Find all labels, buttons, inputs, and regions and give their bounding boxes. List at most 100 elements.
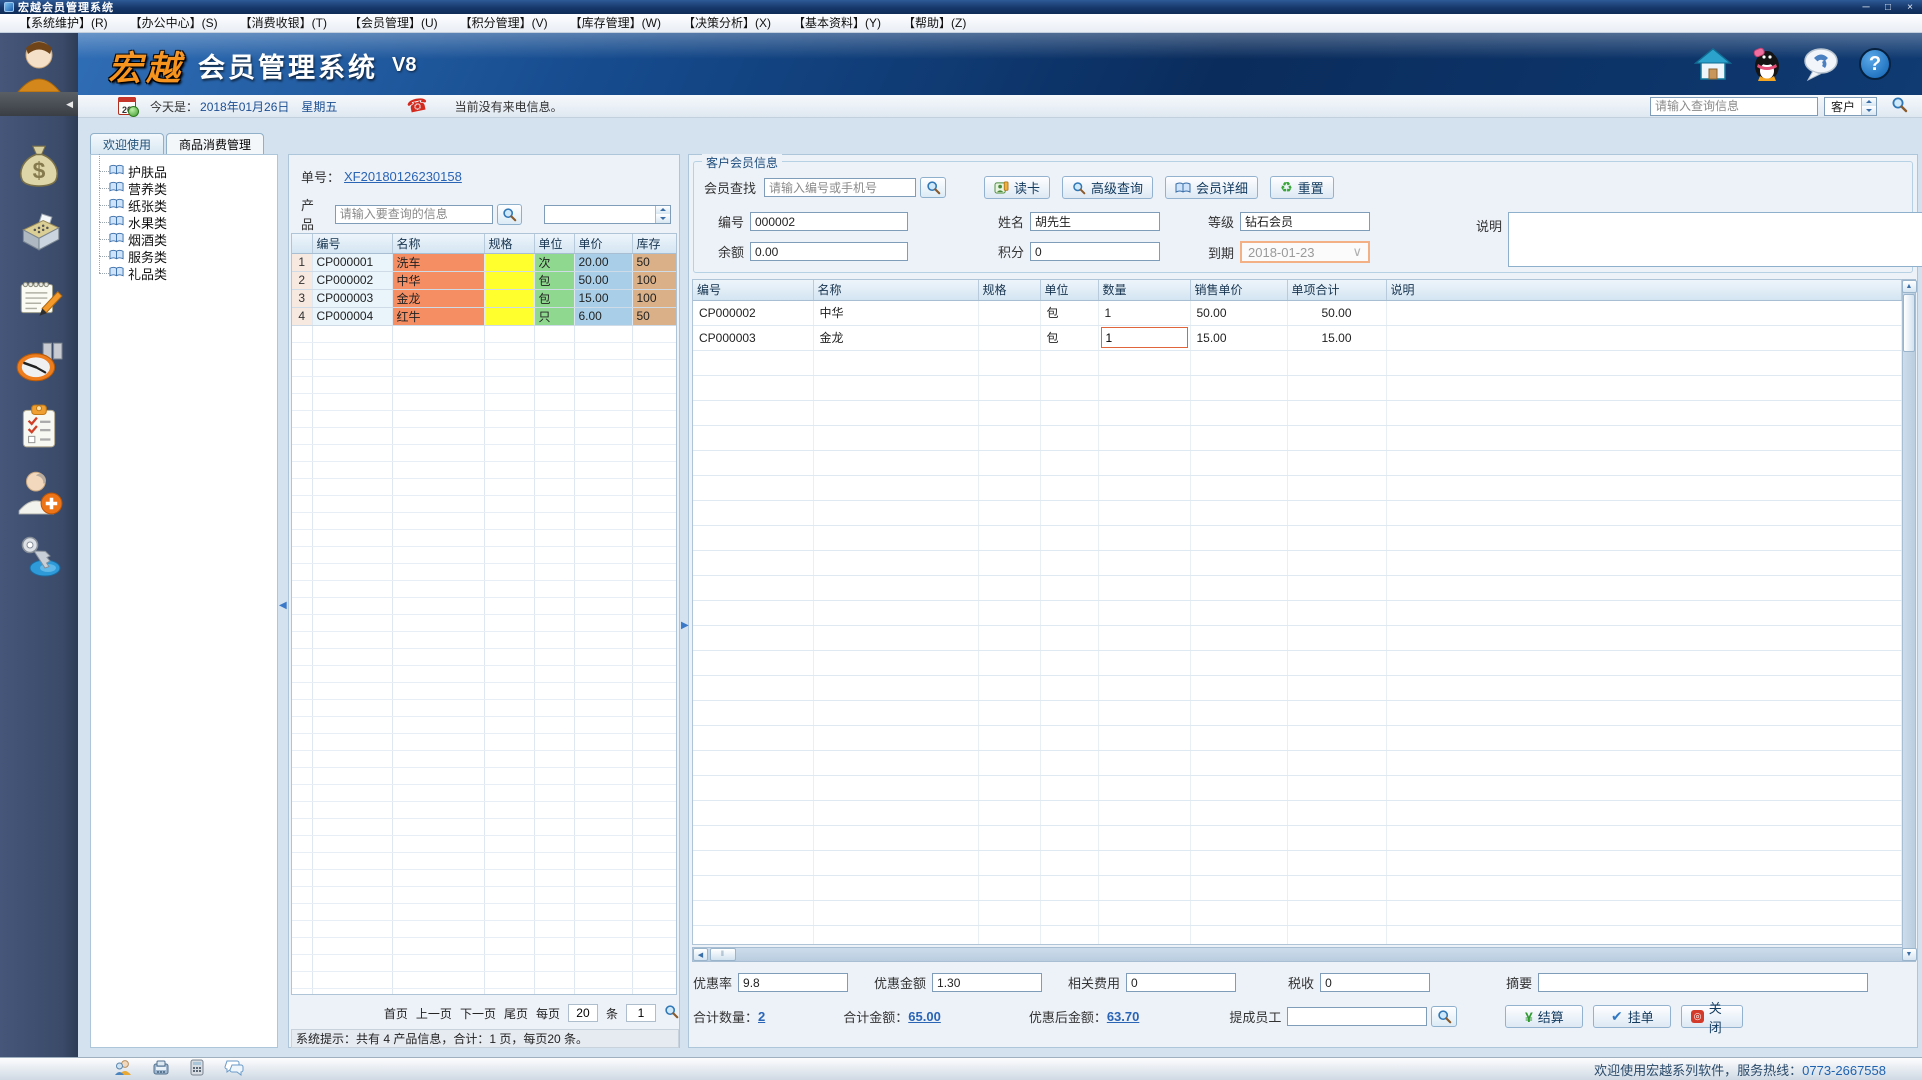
total-amount-value[interactable]: 65.00 bbox=[908, 1009, 941, 1024]
tax-input[interactable] bbox=[1320, 973, 1430, 992]
menu-basic[interactable]: 【基本资料】(Y) bbox=[782, 14, 892, 32]
user-avatar[interactable] bbox=[0, 33, 78, 92]
member-code-input[interactable] bbox=[750, 212, 908, 231]
product-row[interactable]: 4CP000004 红牛 只6.00 50 bbox=[292, 307, 677, 325]
scrollbar-thumb[interactable]: ‖ bbox=[710, 948, 736, 961]
col-code[interactable]: 编号 bbox=[312, 234, 392, 253]
cart-vertical-scrollbar[interactable]: ▲ ▼ bbox=[1902, 279, 1916, 962]
col-spec[interactable]: 规格 bbox=[978, 280, 1040, 300]
page-last[interactable]: 尾页 bbox=[504, 1005, 528, 1022]
cart-row[interactable]: CP000002中华 包 150.00 50.00 bbox=[693, 300, 1902, 325]
col-qty[interactable]: 数量 bbox=[1098, 280, 1190, 300]
col-unit[interactable]: 单位 bbox=[534, 234, 574, 253]
member-search-input[interactable] bbox=[764, 178, 916, 197]
member-note-textarea[interactable] bbox=[1508, 212, 1922, 267]
splitter-collapse-left[interactable]: ◀ bbox=[279, 600, 287, 611]
menu-office[interactable]: 【办公中心】(S) bbox=[119, 14, 229, 32]
notepad-pencil-icon[interactable] bbox=[14, 272, 64, 322]
checklist-clipboard-icon[interactable] bbox=[14, 402, 64, 452]
reset-button[interactable]: ♻ 重置 bbox=[1270, 176, 1334, 199]
sidebar-collapse-bar[interactable]: ◀ bbox=[0, 92, 78, 116]
tree-item-paper[interactable]: 纸张类 bbox=[95, 197, 273, 214]
page-first[interactable]: 首页 bbox=[384, 1005, 408, 1022]
total-qty-value[interactable]: 2 bbox=[758, 1009, 765, 1024]
spinner-buttons[interactable] bbox=[1861, 98, 1876, 115]
qq-messenger-icon[interactable] bbox=[1748, 45, 1786, 83]
per-page-input[interactable] bbox=[568, 1004, 598, 1022]
col-price[interactable]: 单价 bbox=[574, 234, 632, 253]
product-search-input[interactable] bbox=[335, 205, 493, 224]
member-detail-button[interactable]: 会员详细 bbox=[1165, 176, 1258, 199]
contacts-icon[interactable] bbox=[114, 1059, 132, 1079]
global-search-input[interactable] bbox=[1650, 97, 1818, 116]
tree-item-nutrition[interactable]: 营养类 bbox=[95, 180, 273, 197]
home-icon[interactable] bbox=[1694, 45, 1732, 83]
tree-item-fruit[interactable]: 水果类 bbox=[95, 214, 273, 231]
col-name[interactable]: 名称 bbox=[392, 234, 484, 253]
related-fee-input[interactable] bbox=[1126, 973, 1236, 992]
menu-consume[interactable]: 【消费收银】(T) bbox=[229, 14, 338, 32]
col-name[interactable]: 名称 bbox=[813, 280, 978, 300]
member-name-input[interactable] bbox=[1030, 212, 1160, 231]
tab-welcome[interactable]: 欢迎使用 bbox=[90, 133, 164, 154]
product-category-select[interactable] bbox=[544, 205, 671, 224]
col-unit[interactable]: 单位 bbox=[1040, 280, 1098, 300]
page-prev[interactable]: 上一页 bbox=[416, 1005, 452, 1022]
col-stock[interactable]: 库存 bbox=[632, 234, 677, 253]
scroll-down-icon[interactable]: ▼ bbox=[1902, 948, 1917, 961]
splitter-collapse-right[interactable]: ▶ bbox=[681, 620, 689, 631]
tab-product-consume[interactable]: 商品消费管理 bbox=[166, 133, 264, 154]
summary-input[interactable] bbox=[1538, 973, 1868, 992]
cart-horizontal-scrollbar[interactable]: ◀ ‖ bbox=[692, 947, 1903, 962]
page-next[interactable]: 下一页 bbox=[460, 1005, 496, 1022]
scrollbar-thumb[interactable] bbox=[1903, 294, 1915, 352]
scroll-up-icon[interactable]: ▲ bbox=[1902, 280, 1917, 293]
commission-staff-input[interactable] bbox=[1287, 1007, 1427, 1026]
money-bag-icon[interactable]: $ bbox=[14, 142, 64, 192]
close-button[interactable]: × bbox=[1902, 1, 1918, 14]
add-user-icon[interactable] bbox=[14, 467, 64, 517]
chat-bubbles-icon[interactable] bbox=[224, 1059, 244, 1079]
clock-icon[interactable] bbox=[14, 337, 64, 387]
menu-points[interactable]: 【积分管理】(V) bbox=[449, 14, 559, 32]
member-level-input[interactable] bbox=[1240, 212, 1370, 231]
page-number-input[interactable] bbox=[626, 1004, 656, 1022]
menu-system[interactable]: 【系统维护】(R) bbox=[8, 14, 119, 32]
product-search-icon[interactable] bbox=[497, 204, 523, 225]
close-tab-button[interactable]: ◎ 关闭 bbox=[1681, 1005, 1743, 1028]
col-note[interactable]: 说明 bbox=[1386, 280, 1902, 300]
cart-row[interactable]: CP000003金龙 包 15.00 15.00 bbox=[693, 325, 1902, 350]
discount-rate-input[interactable] bbox=[738, 973, 848, 992]
help-icon[interactable]: ? bbox=[1856, 45, 1894, 83]
col-spec[interactable]: 规格 bbox=[484, 234, 534, 253]
member-expire-select[interactable]: 2018-01-23 ∨ bbox=[1240, 241, 1370, 263]
staff-search-icon[interactable] bbox=[1431, 1006, 1457, 1027]
scroll-left-icon[interactable]: ◀ bbox=[693, 948, 708, 961]
tree-item-tobacco[interactable]: 烟酒类 bbox=[95, 231, 273, 248]
hold-order-button[interactable]: ✔ 挂单 bbox=[1593, 1005, 1671, 1028]
cart-qty-input[interactable] bbox=[1101, 327, 1188, 348]
fax-phone-icon[interactable] bbox=[152, 1059, 170, 1079]
col-line-total[interactable]: 单项合计 bbox=[1287, 280, 1386, 300]
keys-icon[interactable] bbox=[14, 532, 64, 582]
product-row[interactable]: 1CP000001 洗车 次20.00 50 bbox=[292, 253, 677, 271]
settle-button[interactable]: ¥ 结算 bbox=[1505, 1005, 1583, 1028]
tree-item-skincare[interactable]: 护肤品 bbox=[95, 163, 273, 180]
menu-member[interactable]: 【会员管理】(U) bbox=[338, 14, 449, 32]
page-go-icon[interactable] bbox=[664, 1004, 679, 1022]
read-card-button[interactable]: 读卡 bbox=[984, 176, 1050, 199]
menu-stock[interactable]: 【库存管理】(W) bbox=[559, 14, 672, 32]
advanced-query-button[interactable]: 高级查询 bbox=[1062, 176, 1153, 199]
member-balance-input[interactable] bbox=[750, 242, 908, 261]
pos-terminal-icon[interactable] bbox=[14, 207, 64, 257]
spinner-buttons[interactable] bbox=[655, 206, 670, 223]
col-sale-price[interactable]: 销售单价 bbox=[1190, 280, 1287, 300]
product-row[interactable]: 2CP000002 中华 包50.00 100 bbox=[292, 271, 677, 289]
member-search-icon[interactable] bbox=[920, 177, 946, 198]
global-search-icon[interactable] bbox=[1891, 96, 1908, 116]
order-no-link[interactable]: XF20180126230158 bbox=[344, 169, 462, 184]
call-bubble-icon[interactable] bbox=[1802, 45, 1840, 83]
after-discount-value[interactable]: 63.70 bbox=[1107, 1009, 1140, 1024]
menu-analysis[interactable]: 【决策分析】(X) bbox=[672, 14, 782, 32]
tree-item-gift[interactable]: 礼品类 bbox=[95, 265, 273, 282]
